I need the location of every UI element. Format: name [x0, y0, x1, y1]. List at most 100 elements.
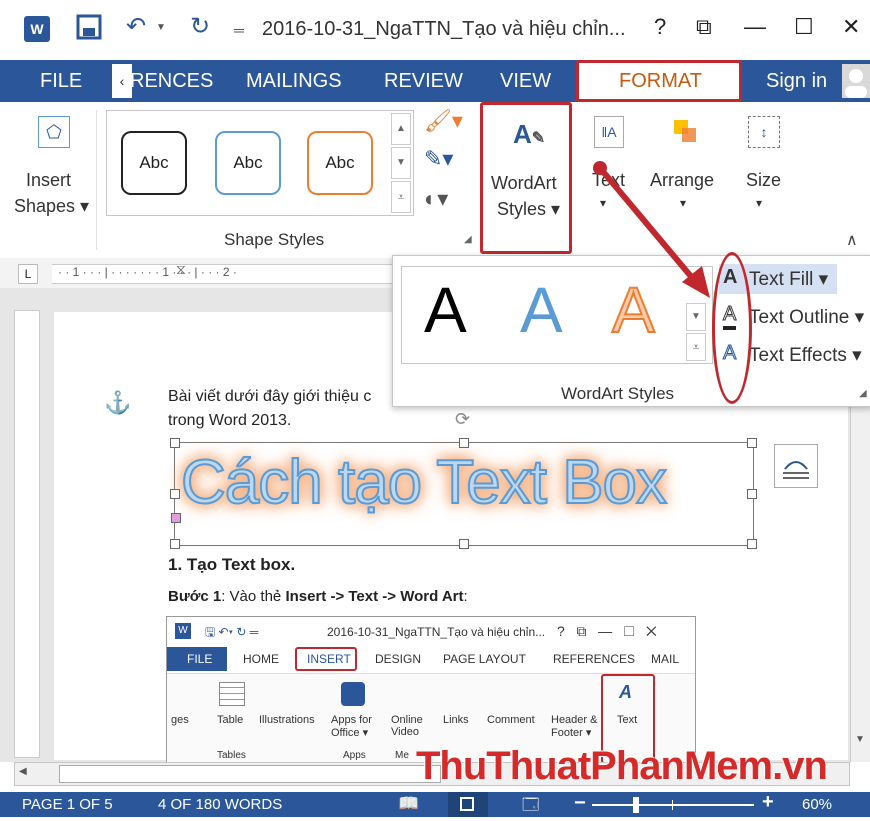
- shape-style-black[interactable]: Abc: [121, 131, 187, 195]
- rotate-handle-icon[interactable]: ⟳: [455, 409, 470, 430]
- resize-handle[interactable]: [170, 489, 180, 499]
- resize-handle[interactable]: [747, 539, 757, 549]
- collapse-ribbon-icon[interactable]: ∧: [846, 230, 858, 250]
- arrange-icon: [670, 116, 700, 146]
- step-1-label: Bước 1: [168, 588, 222, 605]
- ruler-scale[interactable]: · · 1 · · · | · · · · · · · 1 · · · | · …: [52, 261, 392, 284]
- anchor-icon: ⚓: [104, 390, 132, 415]
- horizontal-scroll-thumb[interactable]: [59, 765, 441, 783]
- zoom-slider-thumb[interactable]: [633, 797, 639, 813]
- word-app-icon[interactable]: W: [24, 16, 50, 42]
- inner-group-apps: Apps: [343, 750, 366, 761]
- minimize-button[interactable]: —: [744, 14, 766, 40]
- sign-in-link[interactable]: Sign in: [766, 70, 827, 93]
- shapes-icon: ⬠: [38, 116, 70, 148]
- close-button[interactable]: ✕: [842, 14, 860, 40]
- wordart-text-box[interactable]: Cách tạo Text Box ⟳: [170, 409, 757, 549]
- wordart-style-black[interactable]: A: [424, 273, 467, 347]
- wordart-more-icon[interactable]: ⩡: [686, 333, 706, 361]
- inner-btn-links: Links: [443, 714, 469, 726]
- indent-marker-icon[interactable]: ⧖: [176, 261, 186, 278]
- tab-selector-icon[interactable]: L: [18, 264, 38, 284]
- undo-icon[interactable]: ↶: [126, 12, 146, 41]
- undo-dropdown-icon[interactable]: ▼: [156, 22, 166, 33]
- shape-outline-icon[interactable]: ✎▾: [424, 146, 453, 172]
- gallery-more-icon[interactable]: ⩡: [391, 181, 411, 213]
- resize-handle[interactable]: [747, 489, 757, 499]
- zoom-out-button[interactable]: −: [574, 792, 586, 815]
- scroll-down-icon[interactable]: ▼: [855, 734, 865, 745]
- inner-tab-mail: MAIL: [651, 652, 680, 666]
- tab-mailings[interactable]: MAILINGS: [246, 70, 342, 93]
- size-label: Size: [746, 170, 782, 190]
- resize-handle[interactable]: [747, 438, 757, 448]
- text-fill-label: Text Fill ▾: [749, 269, 829, 290]
- inner-btn-header-footer: Header & Footer ▾: [551, 714, 598, 739]
- wordart-style-blue[interactable]: A: [520, 273, 563, 347]
- step-1-rest: : Vào thẻ: [221, 588, 286, 605]
- size-button[interactable]: ↕ Size ▾: [736, 110, 794, 220]
- tab-scroll-left-icon[interactable]: ‹: [112, 64, 132, 98]
- shape-styles-launcher-icon[interactable]: ◢: [464, 234, 472, 245]
- tab-review[interactable]: REVIEW: [384, 70, 463, 93]
- redo-icon[interactable]: ↻: [190, 12, 210, 41]
- shape-fill-icon[interactable]: 🖌▾: [424, 108, 463, 134]
- shape-style-orange[interactable]: Abc: [307, 131, 373, 195]
- size-dropdown-icon: ▾: [756, 196, 763, 210]
- print-layout-icon[interactable]: [448, 792, 488, 817]
- wordart-styles-button[interactable]: A✎ WordArt Styles ▾: [480, 102, 572, 254]
- shape-styles-gallery[interactable]: Abc Abc Abc ▲ ▼ ⩡: [106, 110, 414, 216]
- help-button[interactable]: ?: [654, 14, 666, 40]
- zoom-in-button[interactable]: +: [762, 791, 774, 814]
- gallery-scroll-down-icon[interactable]: ▼: [391, 147, 411, 179]
- adjust-handle[interactable]: [171, 513, 181, 523]
- save-icon[interactable]: [76, 14, 102, 46]
- print-layout-glyph: [460, 797, 474, 811]
- vertical-ruler: [14, 310, 40, 758]
- resize-handle[interactable]: [170, 438, 180, 448]
- wordart-styles-group-label: WordArt Styles: [561, 384, 675, 403]
- inner-tab-home: HOME: [243, 652, 279, 666]
- read-mode-icon[interactable]: 📖: [398, 794, 419, 814]
- inner-tab-page-layout: PAGE LAYOUT: [443, 652, 526, 666]
- ruler-marks: · · 1 · · · | · · · · · · · 1 · · · | · …: [58, 265, 237, 279]
- annotation-arrow: [593, 161, 710, 298]
- inner-tabs: FILE HOME INSERT DESIGN PAGE LAYOUT REFE…: [167, 647, 695, 671]
- status-bar: PAGE 1 OF 5 4 OF 180 WORDS 📖 🗔 − + 60%: [0, 791, 870, 817]
- inner-window-controls: ? ⧉ — ☐ ✕: [557, 623, 657, 639]
- inner-title: 2016-10-31_NgaTTN_Tạo và hiệu chỉn...: [327, 625, 546, 639]
- shape-effects-icon[interactable]: ◐▾: [424, 186, 448, 212]
- inner-apps-icon: [341, 682, 365, 706]
- page-count[interactable]: PAGE 1 OF 5: [22, 796, 113, 813]
- inner-btn-table: Table: [217, 714, 244, 726]
- text-direction-icon: ‖A: [594, 116, 624, 148]
- resize-handle[interactable]: [459, 438, 469, 448]
- tab-file[interactable]: FILE: [0, 60, 108, 102]
- inner-group-tables: Tables: [217, 750, 246, 761]
- wordart-styles-label-2: Styles ▾: [497, 199, 561, 219]
- window-title: 2016-10-31_NgaTTN_Tạo và hiệu chỉn...: [262, 18, 626, 40]
- wordart-styles-icon: A✎: [513, 119, 546, 149]
- zoom-level[interactable]: 60%: [802, 796, 832, 813]
- zoom-slider[interactable]: [592, 797, 754, 813]
- scroll-left-icon[interactable]: ◀: [19, 766, 27, 777]
- tab-references[interactable]: RENCES: [130, 70, 213, 93]
- wordart-launcher-icon[interactable]: ◢: [859, 388, 867, 399]
- gallery-scroll-up-icon[interactable]: ▲: [391, 113, 411, 145]
- shape-style-blue[interactable]: Abc: [215, 131, 281, 195]
- inner-word-icon: W: [175, 623, 191, 639]
- tab-view[interactable]: VIEW: [500, 70, 551, 93]
- word-count[interactable]: 4 OF 180 WORDS: [158, 796, 282, 813]
- resize-handle[interactable]: [170, 539, 180, 549]
- step-1-text: Bước 1: Vào thẻ Insert -> Text -> Word A…: [168, 588, 468, 605]
- ribbon-display-options-icon[interactable]: ⧉: [696, 14, 712, 40]
- user-avatar-icon[interactable]: [842, 64, 870, 98]
- layout-options-icon[interactable]: [774, 444, 818, 488]
- maximize-button[interactable]: ☐: [794, 14, 814, 40]
- customize-toolbar-icon[interactable]: ═: [234, 22, 244, 38]
- insert-shapes-button[interactable]: ⬠ Insert Shapes ▾: [14, 110, 94, 220]
- tab-format[interactable]: FORMAT: [576, 60, 742, 102]
- inner-btn-apps: Apps for Office ▾: [331, 714, 372, 739]
- tab-file-label: FILE: [40, 70, 83, 92]
- resize-handle[interactable]: [459, 539, 469, 549]
